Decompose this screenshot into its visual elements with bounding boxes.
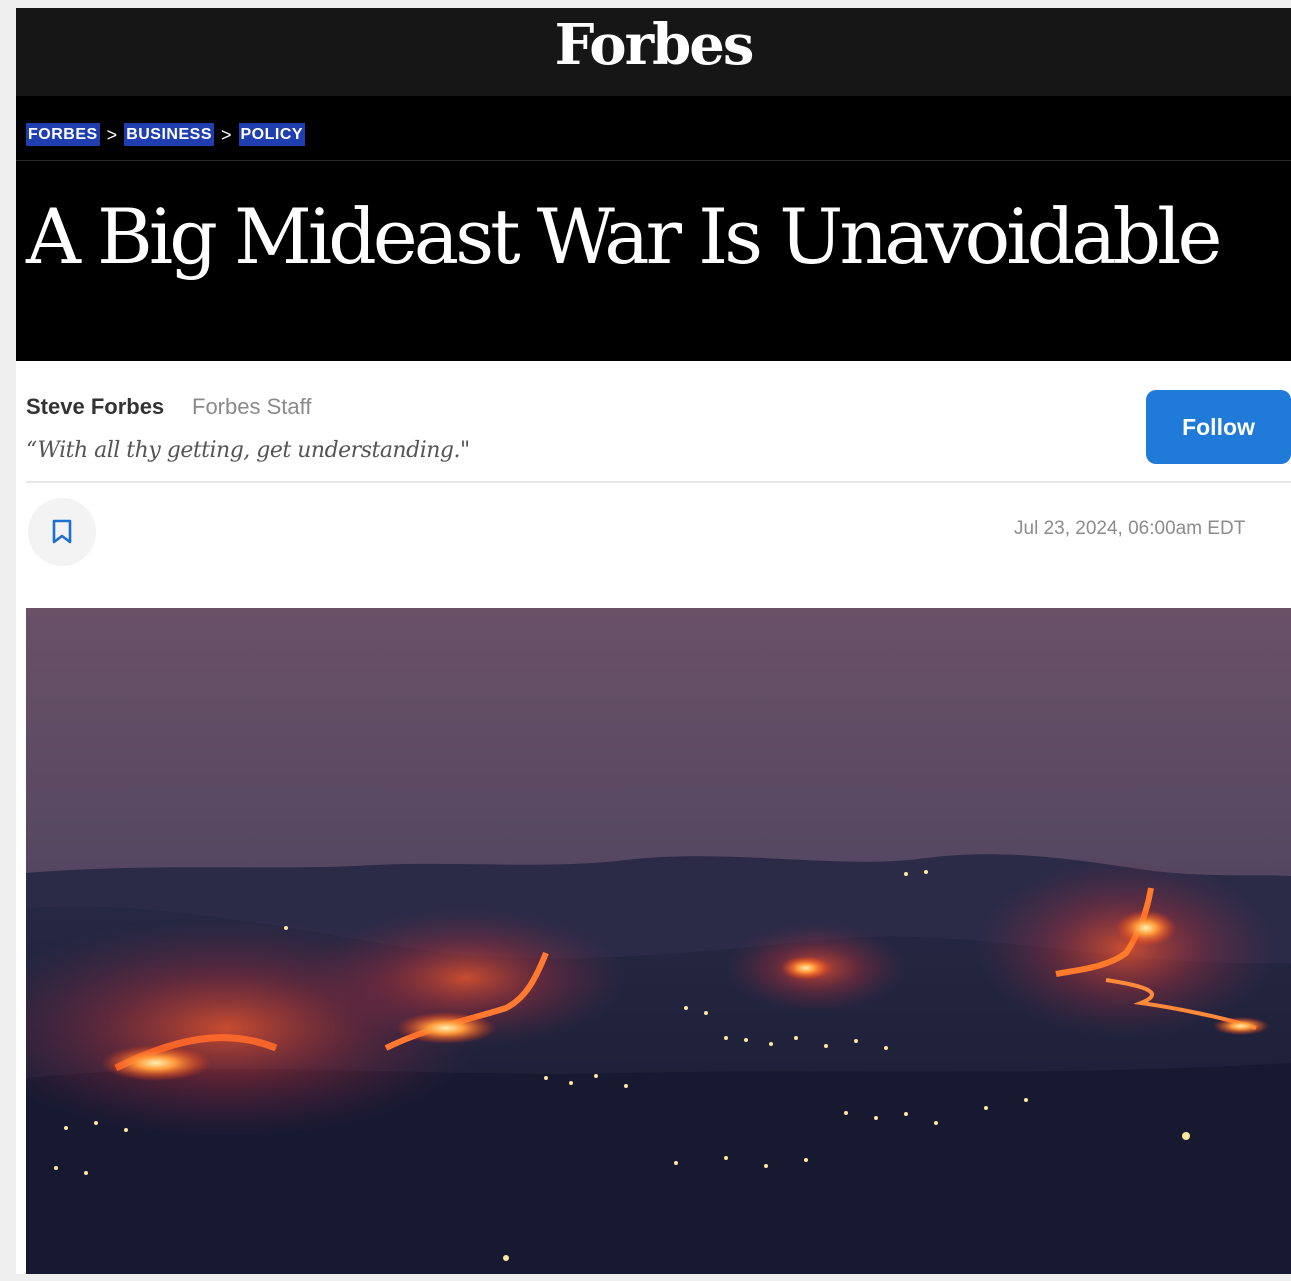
breadcrumb-chevron-icon: >: [106, 124, 118, 145]
follow-button[interactable]: Follow: [1146, 390, 1291, 464]
article-hero: FORBES > BUSINESS > POLICY A Big Mideast…: [16, 96, 1291, 361]
site-header: Forbes: [16, 8, 1291, 96]
breadcrumb-chevron-icon: >: [220, 124, 232, 145]
forbes-logo[interactable]: Forbes: [555, 17, 755, 73]
wildfire-landscape-image: [26, 608, 1291, 1274]
author-role: Forbes Staff: [192, 394, 312, 419]
publish-timestamp: Jul 23, 2024, 06:00am EDT: [1014, 518, 1246, 539]
author-name-link[interactable]: Steve Forbes: [26, 394, 164, 420]
save-article-button[interactable]: [28, 498, 96, 566]
author-divider: [26, 481, 1291, 483]
breadcrumb: FORBES > BUSINESS > POLICY: [26, 123, 306, 146]
author-tagline: “With all thy getting, get understanding…: [26, 438, 470, 463]
breadcrumb-business-link[interactable]: BUSINESS: [124, 123, 214, 146]
hero-photo: [26, 608, 1291, 1274]
hero-divider: [16, 160, 1291, 161]
bookmark-icon: [52, 519, 72, 544]
article-page: Forbes FORBES > BUSINESS > POLICY A Big …: [16, 8, 1291, 1274]
breadcrumb-policy-link[interactable]: POLICY: [238, 123, 306, 146]
breadcrumb-forbes-link[interactable]: FORBES: [26, 123, 100, 146]
article-headline: A Big Mideast War Is Unavoidable: [26, 192, 1222, 281]
